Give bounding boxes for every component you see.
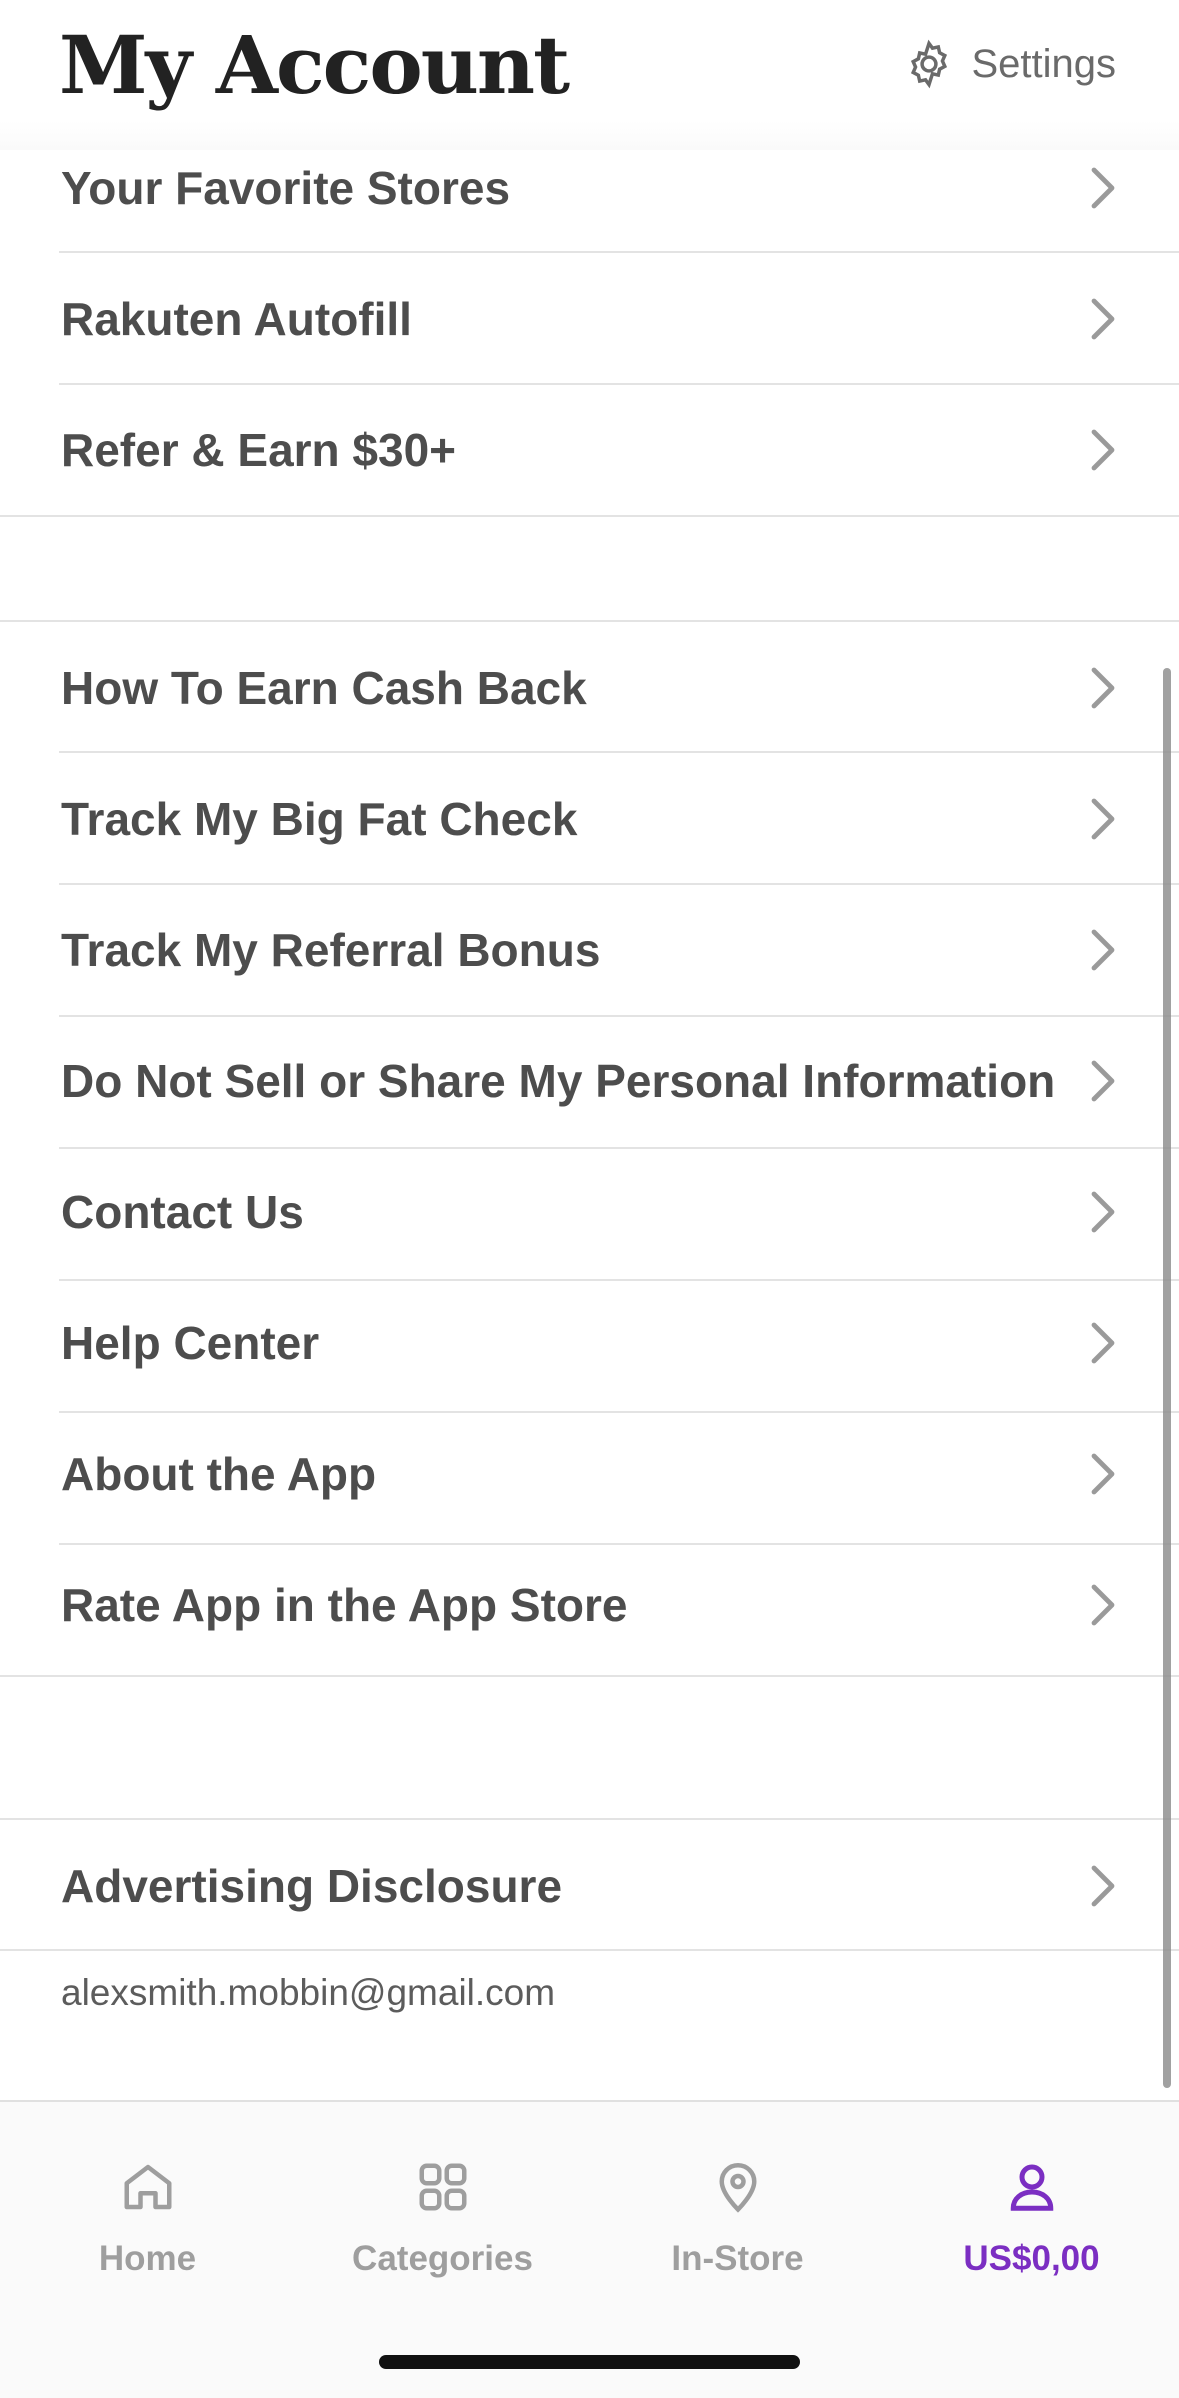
chevron-right-icon: [1091, 1584, 1115, 1625]
settings-button[interactable]: Settings: [903, 38, 1116, 90]
account-section-legal: Advertising Disclosure: [0, 1820, 1179, 1951]
menu-item-label: Rakuten Autofill: [61, 292, 412, 345]
menu-item-label: Rate App in the App Store: [61, 1578, 628, 1631]
menu-item-how-to-earn[interactable]: How To Earn Cash Back: [0, 622, 1179, 753]
tab-in-store[interactable]: In-Store: [590, 2157, 885, 2279]
menu-item-label: Track My Referral Bonus: [61, 923, 601, 976]
menu-item-label: About the App: [61, 1447, 377, 1500]
menu-item-label: Help Center: [61, 1316, 320, 1369]
menu-item-label: Your Favorite Stores: [61, 161, 511, 214]
location-pin-icon: [718, 2163, 757, 2213]
menu-item-do-not-sell[interactable]: Do Not Sell or Share My Personal Informa…: [0, 1015, 1179, 1146]
chevron-right-icon: [1091, 1453, 1115, 1494]
tab-home[interactable]: Home: [0, 2157, 295, 2279]
menu-item-track-referral[interactable]: Track My Referral Bonus: [0, 884, 1179, 1015]
tab-label: US$0,00: [963, 2239, 1100, 2278]
menu-item-advertising-disclosure[interactable]: Advertising Disclosure: [0, 1820, 1179, 1951]
chevron-right-icon: [1091, 298, 1115, 339]
chevron-right-icon: [1091, 798, 1115, 839]
chevron-right-icon: [1091, 1865, 1115, 1906]
menu-item-label: Do Not Sell or Share My Personal Informa…: [61, 1054, 1056, 1107]
tab-categories[interactable]: Categories: [295, 2157, 590, 2279]
chevron-right-icon: [1091, 1191, 1115, 1232]
tab-label: Home: [98, 2239, 197, 2278]
chevron-right-icon: [1091, 1322, 1115, 1363]
menu-item-about-app[interactable]: About the App: [0, 1408, 1179, 1539]
menu-item-rakuten-autofill[interactable]: Rakuten Autofill: [0, 253, 1179, 384]
menu-item-label: Refer & Earn $30+: [61, 423, 457, 476]
menu-item-refer-earn[interactable]: Refer & Earn $30+: [0, 384, 1179, 515]
gear-icon: [911, 39, 948, 89]
header: My Account Settings: [0, 0, 1179, 150]
chevron-right-icon: [1091, 667, 1115, 708]
menu-item-track-check[interactable]: Track My Big Fat Check: [0, 753, 1179, 884]
account-section-help: How To Earn Cash Back Track My Big Fat C…: [0, 622, 1179, 1677]
tab-label: In-Store: [671, 2239, 804, 2278]
chevron-right-icon: [1091, 167, 1115, 208]
menu-item-rate-app[interactable]: Rate App in the App Store: [0, 1539, 1179, 1670]
chevron-right-icon: [1091, 429, 1115, 470]
menu-item-help-center[interactable]: Help Center: [0, 1277, 1179, 1408]
home-icon: [124, 2164, 171, 2210]
scrollbar[interactable]: [1163, 668, 1171, 2088]
section-divider: [0, 1949, 1179, 1951]
account-section-primary: Your Favorite Stores Rakuten Autofill Re…: [0, 122, 1179, 517]
tab-bar: Home Categories In-Store US$0,00: [0, 2100, 1179, 2398]
menu-item-label: Contact Us: [61, 1185, 304, 1238]
person-icon: [1010, 2164, 1053, 2211]
chevron-right-icon: [1091, 929, 1115, 970]
settings-label: Settings: [971, 41, 1116, 86]
grid-icon: [419, 2163, 466, 2211]
account-email: alexsmith.mobbin@gmail.com: [61, 1972, 556, 2013]
menu-item-label: Track My Big Fat Check: [61, 792, 578, 845]
tab-label: Categories: [352, 2239, 533, 2278]
section-divider: [0, 515, 1179, 517]
home-indicator[interactable]: [379, 2355, 800, 2369]
chevron-right-icon: [1091, 1060, 1115, 1101]
section-divider: [0, 1675, 1179, 1677]
page-title: My Account: [59, 18, 570, 112]
menu-item-label: Advertising Disclosure: [61, 1859, 563, 1912]
menu-item-contact-us[interactable]: Contact Us: [0, 1146, 1179, 1277]
menu-item-label: How To Earn Cash Back: [61, 661, 587, 714]
tab-account[interactable]: US$0,00: [884, 2157, 1179, 2279]
